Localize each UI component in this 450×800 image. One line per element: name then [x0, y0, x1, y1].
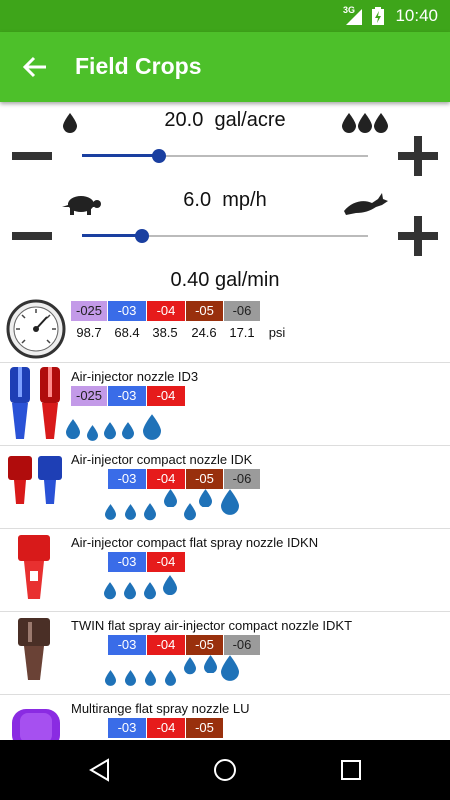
status-bar: 3G 10:40	[0, 0, 450, 32]
water-drop-icon	[124, 582, 136, 600]
rabbit-icon	[344, 193, 388, 215]
size-chip-03: -03	[108, 301, 146, 321]
size-chip-04: -04	[147, 552, 185, 572]
nozzle-idk-icon	[8, 456, 62, 504]
water-drop-icon	[143, 414, 161, 440]
drops-icon	[342, 113, 388, 133]
nozzle-idkn-icon	[18, 535, 50, 599]
water-drop-icon	[198, 488, 212, 508]
size-chip-04: -04	[147, 718, 185, 738]
size-chip-05: -05	[186, 718, 223, 738]
size-chip-03: -03	[108, 718, 146, 738]
size-chip-04: -04	[147, 386, 185, 406]
speed-slider[interactable]	[82, 228, 368, 244]
water-drop-icon	[122, 422, 134, 440]
rate-unit: gal/acre	[214, 109, 286, 131]
rate-slider[interactable]	[82, 148, 368, 164]
size-chip-025: -025	[71, 386, 107, 406]
water-drop-icon	[184, 503, 196, 521]
list-item[interactable]: Air-injector compact flat spray nozzle I…	[0, 529, 450, 612]
nav-back-icon[interactable]	[88, 758, 112, 782]
rate-increase-button[interactable]	[398, 136, 438, 176]
nozzle-name: TWIN flat spray air-injector compact noz…	[71, 618, 353, 633]
water-drop-icon	[163, 488, 177, 508]
size-chip-03: -03	[108, 469, 146, 489]
water-drop-icon	[124, 670, 136, 686]
clock: 10:40	[395, 6, 438, 25]
size-chip-05: -05	[186, 301, 223, 321]
pressure-value: 24.6	[191, 325, 217, 340]
water-drop-icon	[221, 655, 239, 681]
water-drop-icon	[221, 489, 239, 515]
speed-unit: mp/h	[222, 189, 267, 211]
size-chip-04: -04	[147, 301, 185, 321]
water-drop-icon	[66, 418, 80, 439]
nozzle-idkt-icon	[18, 618, 50, 680]
size-chip-04: -04	[147, 635, 185, 655]
rate-value: 20.0	[164, 109, 204, 131]
battery-icon	[372, 7, 384, 25]
water-drop-icon	[203, 654, 217, 674]
rate-decrease-button[interactable]	[12, 152, 52, 160]
list-item[interactable]: Air-injector compact nozzle IDK -03 -04 …	[0, 446, 450, 529]
page-title: Field Crops	[75, 53, 202, 79]
flow-unit: gal/min	[215, 269, 280, 291]
nozzle-name: Air-injector nozzle ID3	[71, 369, 199, 384]
pressure-value: 68.4	[114, 325, 140, 340]
pressure-unit: psi	[268, 325, 286, 340]
water-drop-icon	[104, 670, 116, 686]
speed-value: 6.0	[183, 189, 212, 211]
list-item[interactable]: Multirange flat spray nozzle LU -03 -04 …	[0, 695, 450, 740]
system-nav-bar	[0, 740, 450, 800]
nozzle-lu-icon	[12, 709, 60, 740]
size-chip-06: -06	[224, 469, 260, 489]
water-drop-icon	[104, 582, 116, 600]
flow-value: 0.40	[170, 269, 210, 291]
nav-recents-icon[interactable]	[339, 758, 363, 782]
gauge-icon	[6, 299, 66, 359]
water-drop-icon	[184, 657, 196, 675]
water-drop-icon	[164, 670, 176, 686]
water-drop-icon	[104, 422, 116, 440]
size-chip-03: -03	[108, 635, 146, 655]
water-drop-icon	[144, 582, 156, 600]
pressure-value: 98.7	[76, 325, 102, 340]
flow-readout: 0.40 gal/min	[0, 269, 450, 292]
water-drop-icon	[86, 425, 98, 441]
size-chip-06: -06	[224, 301, 260, 321]
size-chip-05: -05	[186, 469, 223, 489]
size-chip-05: -05	[186, 635, 223, 655]
nozzle-name: Multirange flat spray nozzle LU	[71, 701, 250, 716]
water-drop-icon	[144, 503, 156, 521]
nozzle-name: Air-injector compact flat spray nozzle I…	[71, 535, 319, 550]
signal-icon	[346, 9, 362, 25]
water-drop-icon	[163, 574, 177, 595]
rate-slider-thumb[interactable]	[152, 149, 167, 163]
size-chip-03: -03	[108, 552, 146, 572]
list-item[interactable]: Air-injector nozzle ID3 -025 -03 -04	[0, 363, 450, 446]
size-chip-03: -03	[108, 386, 146, 406]
speed-decrease-button[interactable]	[12, 232, 52, 240]
nozzle-name: Air-injector compact nozzle IDK	[71, 452, 253, 467]
water-drop-icon	[144, 670, 156, 686]
pressure-row: -025 -03 -04 -05 -06 98.7 68.4 38.5 24.6…	[0, 295, 450, 363]
back-arrow-icon[interactable]	[20, 52, 50, 82]
pressure-value: 17.1	[229, 325, 255, 340]
water-drop-icon	[104, 504, 116, 520]
app-bar: Field Crops	[0, 32, 450, 102]
size-chip-04: -04	[147, 469, 185, 489]
speed-slider-thumb[interactable]	[135, 229, 150, 243]
nav-home-icon[interactable]	[213, 758, 237, 782]
size-chip-025: -025	[71, 301, 107, 321]
water-drop-icon	[124, 504, 136, 520]
speed-increase-button[interactable]	[398, 216, 438, 256]
pressure-value: 38.5	[152, 325, 178, 340]
nozzle-id3-icon	[10, 367, 60, 439]
list-item[interactable]: TWIN flat spray air-injector compact noz…	[0, 612, 450, 695]
size-chip-06: -06	[224, 635, 260, 655]
